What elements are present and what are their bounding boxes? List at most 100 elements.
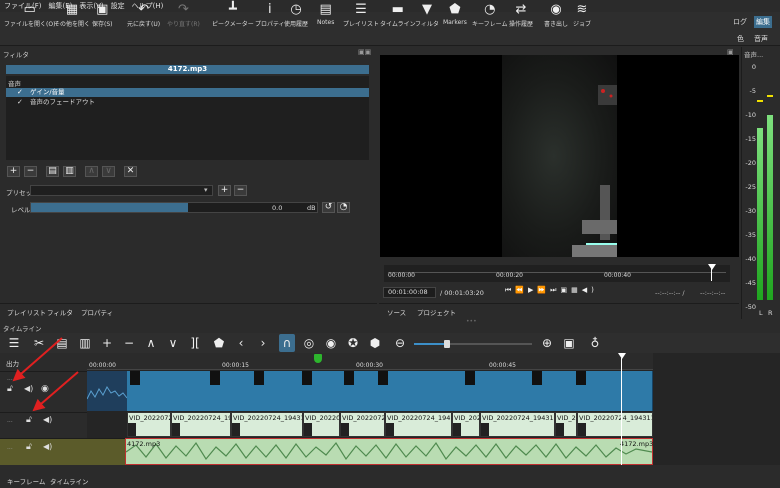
- tab-source[interactable]: ソース: [387, 307, 406, 317]
- rewind-icon[interactable]: ⏪: [515, 286, 528, 294]
- mute-icon[interactable]: ◀): [43, 442, 52, 451]
- toolbar-playlist-button[interactable]: ☰ プレイリスト: [343, 2, 379, 32]
- ripple-markers-icon[interactable]: ⬢: [367, 334, 383, 352]
- lift-icon[interactable]: ∧: [143, 334, 159, 352]
- menu-settings[interactable]: 設定: [111, 1, 125, 11]
- toolbar-export-button[interactable]: ◉ 書き出し: [544, 2, 568, 32]
- tab-project[interactable]: プロジェクト: [417, 307, 456, 317]
- snap-magnet-icon[interactable]: ∩: [279, 334, 295, 352]
- next-marker-icon[interactable]: ›: [255, 334, 271, 352]
- keyframe-stopwatch-icon[interactable]: ◔: [337, 202, 350, 213]
- toolbar-notes-button[interactable]: ▤ Notes: [317, 2, 334, 32]
- v2-clip[interactable]: VID_20220724: [452, 412, 480, 437]
- clip-thumbnail: [304, 423, 312, 436]
- tab-timeline[interactable]: タイムライン: [50, 476, 89, 486]
- layout-color-button[interactable]: 色: [737, 34, 744, 44]
- v2-clip[interactable]: VID_20220724_19431: [231, 412, 303, 437]
- current-time-field[interactable]: 00:01:00:08: [383, 287, 436, 298]
- toolbar-stopwatch-button[interactable]: ◔ キーフレーム: [472, 2, 507, 32]
- prev-marker-icon[interactable]: ‹: [233, 334, 249, 352]
- chevron-down-icon[interactable]: ▾: [204, 186, 208, 194]
- toolbar-clock-button[interactable]: ◷ 使用履歴: [284, 2, 308, 32]
- ripple-all-icon[interactable]: ✪: [345, 334, 361, 352]
- paste-filter-icon[interactable]: ▥: [63, 166, 76, 177]
- v2-clip[interactable]: VID_20220724_194311: [577, 412, 653, 437]
- fast-forward-icon[interactable]: ⏩: [537, 286, 550, 294]
- remove-icon[interactable]: −: [121, 334, 137, 352]
- zoom-in-icon[interactable]: ⊕: [539, 334, 555, 352]
- preset-select[interactable]: [30, 185, 213, 196]
- split-icon[interactable]: ][: [187, 334, 203, 352]
- play-icon[interactable]: ▶: [528, 286, 537, 294]
- toolbar-timeline-button[interactable]: ▬ タイムライン: [380, 2, 416, 32]
- ripple-icon[interactable]: ◉: [323, 334, 339, 352]
- reset-level-icon[interactable]: ↺: [322, 202, 335, 213]
- v2-clip[interactable]: VID_202: [555, 412, 577, 437]
- timeline-playhead-marker[interactable]: [618, 353, 626, 359]
- filter-item-gain[interactable]: ✓ ゲイン/音量: [6, 88, 369, 97]
- save-preset-button[interactable]: +: [218, 185, 231, 196]
- record-audio-icon[interactable]: ♁: [587, 334, 603, 352]
- toolbar-info-button[interactable]: i プロパティ: [255, 2, 285, 32]
- zoom-icon[interactable]: ▣: [560, 286, 571, 294]
- add-filter-button[interactable]: +: [7, 166, 20, 177]
- toolbar-peak-meter-button[interactable]: ┻ ピークメーター: [212, 2, 254, 32]
- skip-end-icon[interactable]: ⏭: [550, 286, 560, 294]
- scrub-icon[interactable]: ◎: [301, 334, 317, 352]
- v2-clip[interactable]: VID_20220724_194: [171, 412, 231, 437]
- level-value[interactable]: 0.0: [272, 204, 282, 212]
- toolbar-save-button[interactable]: ▣ 保存(S): [92, 2, 113, 32]
- toolbar-history-button[interactable]: ⇄ 操作履歴: [509, 2, 533, 32]
- layout-audio-button[interactable]: 音声: [754, 34, 768, 44]
- volume-icon[interactable]: ◀): [582, 286, 598, 294]
- tab-properties[interactable]: プロパティ: [81, 307, 113, 317]
- filter-item-fadeout[interactable]: ✓ 音声のフェードアウト: [6, 98, 369, 107]
- toolbar-folder-button[interactable]: ▭ ファイルを開く(O): [4, 2, 55, 32]
- v2-clip[interactable]: VID_20220724: [303, 412, 340, 437]
- deselect-filter-button[interactable]: ✕: [124, 166, 137, 177]
- move-down-icon[interactable]: ∨: [102, 166, 115, 177]
- v1-clip-audio-wave[interactable]: [86, 371, 128, 411]
- grid-icon[interactable]: ▦: [571, 286, 582, 294]
- copy-filter-icon[interactable]: ▤: [46, 166, 59, 177]
- toolbar-redo-button[interactable]: ↷ やり直す(R): [167, 2, 200, 32]
- toolbar-undo-button[interactable]: ↶ 元に戻す(U): [127, 2, 160, 32]
- layout-edit-button[interactable]: 編集: [754, 16, 772, 28]
- overwrite-icon[interactable]: ∨: [165, 334, 181, 352]
- move-up-icon[interactable]: ∧: [85, 166, 98, 177]
- splitter-handle[interactable]: •••: [466, 318, 477, 325]
- timeline-marker[interactable]: [314, 354, 322, 363]
- v1-clip[interactable]: [127, 371, 653, 411]
- v2-clip[interactable]: VID_20220724: [340, 412, 385, 437]
- append-icon[interactable]: +: [99, 334, 115, 352]
- toolbar-filter-button[interactable]: ▼ フィルタ: [415, 2, 439, 32]
- checkbox-icon[interactable]: ✓: [17, 88, 23, 97]
- zoom-fit-icon[interactable]: ▣: [561, 334, 577, 352]
- filter-list[interactable]: 音声 ✓ ゲイン/音量 ✓ 音声のフェードアウト: [6, 76, 369, 160]
- layout-log-button[interactable]: ログ: [733, 17, 747, 27]
- skip-start-icon[interactable]: ⏮: [505, 286, 515, 294]
- toolbar-open-other-button[interactable]: ▦ その他を開く: [54, 2, 90, 32]
- tab-playlist[interactable]: プレイリスト: [7, 307, 46, 317]
- zoom-slider-handle[interactable]: [444, 340, 450, 348]
- toolbar-jobs-button[interactable]: ≋ ジョブ: [573, 2, 591, 32]
- tab-filter[interactable]: フィルタ: [47, 307, 73, 317]
- delete-preset-button[interactable]: −: [234, 185, 247, 196]
- playhead-marker[interactable]: [708, 264, 716, 270]
- checkbox-icon[interactable]: ✓: [17, 98, 23, 107]
- folder-icon: ▭: [23, 2, 36, 17]
- v2-clip[interactable]: VID_20220724_194: [385, 412, 452, 437]
- panel-float-icon[interactable]: ▣▣: [358, 48, 371, 56]
- toolbar-marker-button[interactable]: ⬟ Markers: [443, 2, 467, 32]
- remove-filter-button[interactable]: −: [24, 166, 37, 177]
- add-marker-icon[interactable]: ⬟: [211, 334, 227, 352]
- tab-keyframes[interactable]: キーフレーム: [7, 476, 45, 486]
- v2-clip[interactable]: VID_20220724_19431: [480, 412, 555, 437]
- v2-clip[interactable]: VID_20220724_: [127, 412, 171, 437]
- audio-clip[interactable]: 4172.mp3 4172.mp3: [125, 438, 653, 465]
- player-scrubber[interactable]: [384, 265, 730, 282]
- zoom-out-icon[interactable]: ⊖: [392, 334, 408, 352]
- lock-icon[interactable]: 🔓︎: [26, 442, 32, 452]
- track-header-a1[interactable]: [0, 438, 125, 465]
- clip-thumbnail: [341, 423, 349, 436]
